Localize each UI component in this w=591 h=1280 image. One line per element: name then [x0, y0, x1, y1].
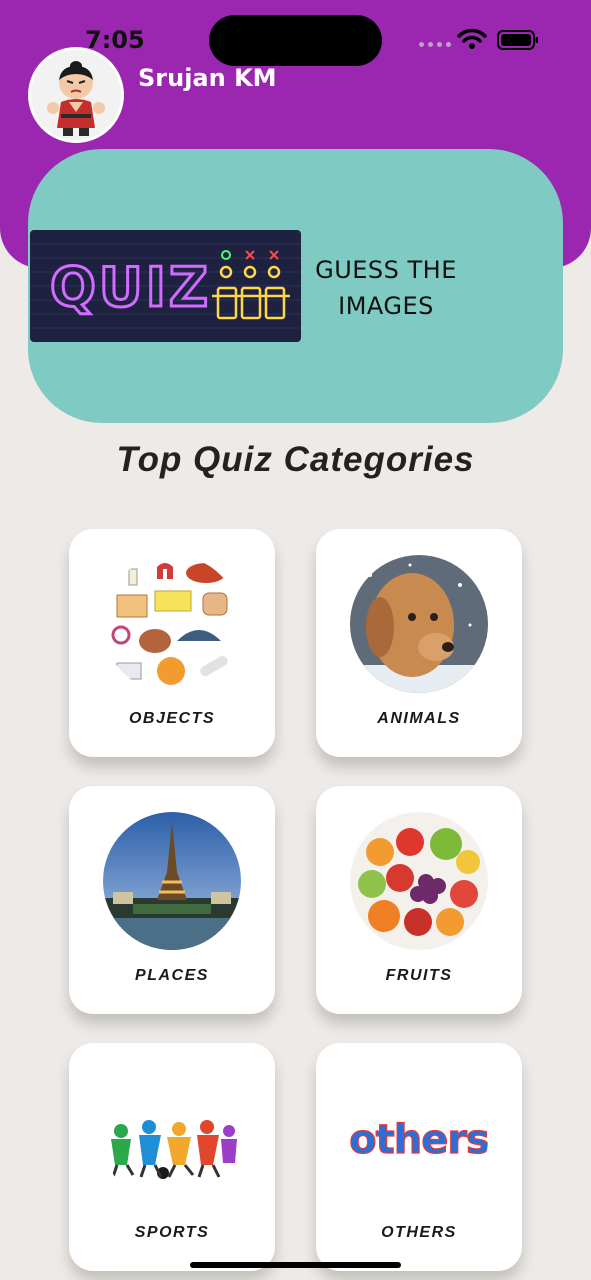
category-label: ANIMALS [377, 710, 461, 727]
category-card-sports[interactable]: SPORTS [69, 1043, 275, 1271]
category-label: FRUITS [385, 967, 453, 984]
others-image: others [350, 1069, 488, 1207]
others-art-text: others [350, 1117, 488, 1163]
banner-heading-line1: GUESS THE [315, 256, 457, 284]
category-label: OBJECTS [128, 710, 216, 727]
section-title: Top Quiz Categories [116, 440, 475, 479]
wifi-icon [457, 28, 487, 49]
objects-image [103, 555, 241, 693]
category-label: PLACES [135, 967, 209, 984]
category-card-others[interactable]: others OTHERS [316, 1043, 522, 1271]
animals-image [350, 555, 488, 693]
category-card-objects[interactable]: OBJECTS [69, 529, 275, 757]
category-label: OTHERS [381, 1224, 457, 1241]
banner-heading: GUESS THE IMAGES [300, 252, 472, 324]
category-card-animals[interactable]: ANIMALS [316, 529, 522, 757]
places-image [103, 812, 241, 950]
cellular-signal-icon [419, 42, 451, 47]
fruits-image [350, 812, 488, 950]
samurai-avatar-icon [31, 50, 121, 140]
banner-heading-line2: IMAGES [338, 292, 434, 320]
category-card-fruits[interactable]: FRUITS [316, 786, 522, 1014]
category-label: SPORTS [134, 1224, 210, 1241]
quiz-neon-sign-image: QUIZ [30, 230, 301, 342]
dynamic-island [209, 15, 382, 66]
quiz-sign-text: QUIZ [50, 256, 211, 319]
battery-icon [497, 30, 538, 50]
user-avatar[interactable] [28, 47, 124, 143]
home-indicator[interactable] [190, 1262, 401, 1268]
category-card-places[interactable]: PLACES [69, 786, 275, 1014]
sports-image [103, 1069, 241, 1207]
user-name: Srujan KM [138, 64, 277, 92]
